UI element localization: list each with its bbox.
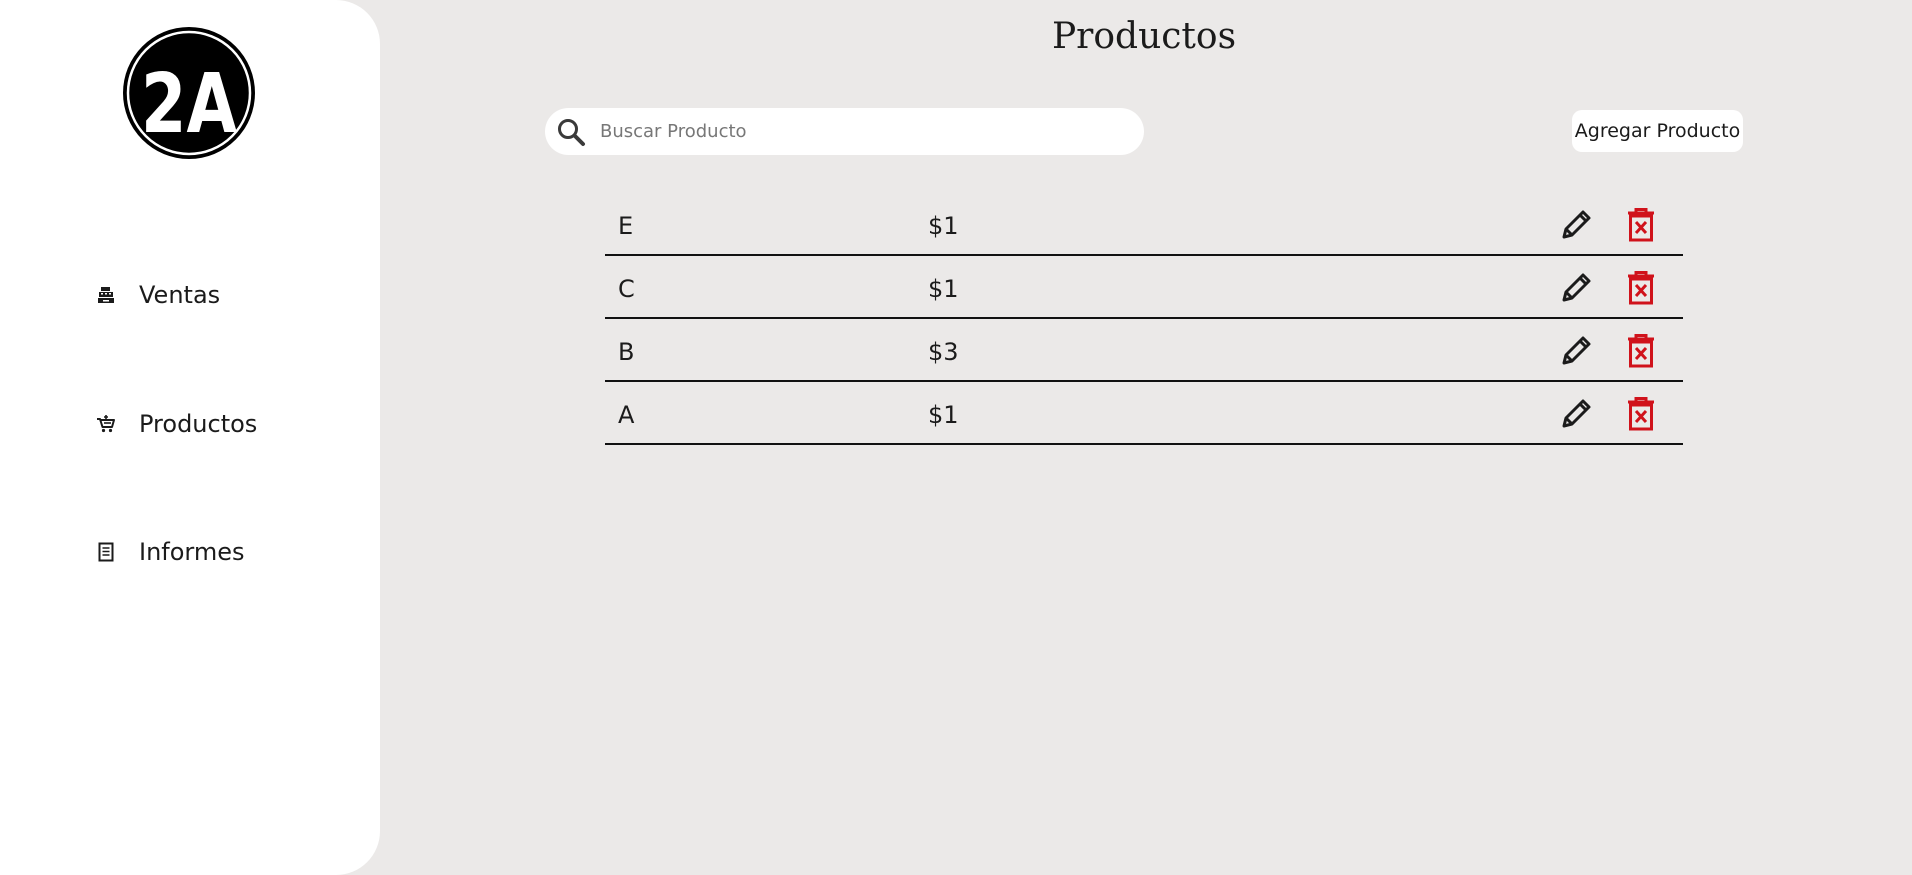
sidebar-item-informes[interactable]: Informes bbox=[94, 532, 245, 572]
delete-button[interactable] bbox=[1621, 394, 1661, 434]
delete-button[interactable] bbox=[1621, 331, 1661, 371]
report-icon bbox=[94, 540, 118, 564]
trash-x-icon bbox=[1628, 397, 1654, 431]
edit-button[interactable] bbox=[1556, 205, 1596, 245]
table-row: C $1 bbox=[605, 256, 1683, 319]
product-name: C bbox=[618, 275, 635, 303]
sidebar: 2A Ventas Productos Informes bbox=[0, 0, 380, 875]
sidebar-item-label: Ventas bbox=[139, 281, 221, 309]
trash-x-icon bbox=[1628, 208, 1654, 242]
product-name: E bbox=[618, 212, 634, 240]
product-table: E $1 C $1 B $3 A $1 bbox=[605, 193, 1683, 445]
add-product-button[interactable]: Agregar Producto bbox=[1572, 110, 1743, 152]
brand-logo: 2A bbox=[122, 26, 256, 160]
edit-button[interactable] bbox=[1556, 268, 1596, 308]
product-price: $1 bbox=[928, 212, 959, 240]
sidebar-item-label: Informes bbox=[139, 538, 245, 566]
table-row: E $1 bbox=[605, 193, 1683, 256]
product-name: B bbox=[618, 338, 635, 366]
edit-button[interactable] bbox=[1556, 394, 1596, 434]
search-bar bbox=[545, 108, 1144, 155]
product-price: $1 bbox=[928, 275, 959, 303]
cash-register-icon bbox=[94, 283, 118, 307]
search-icon bbox=[554, 115, 588, 149]
pencil-icon bbox=[1562, 210, 1591, 239]
table-row: A $1 bbox=[605, 382, 1683, 445]
product-price: $1 bbox=[928, 401, 959, 429]
pencil-icon bbox=[1562, 399, 1591, 428]
svg-text:2A: 2A bbox=[141, 57, 237, 152]
page-title: Productos bbox=[1051, 16, 1237, 57]
table-row: B $3 bbox=[605, 319, 1683, 382]
sidebar-item-productos[interactable]: Productos bbox=[94, 404, 257, 444]
pencil-icon bbox=[1562, 273, 1591, 302]
app-window: 2A Ventas Productos Informes Productos B… bbox=[0, 0, 1912, 875]
edit-button[interactable] bbox=[1556, 331, 1596, 371]
pencil-icon bbox=[1562, 336, 1591, 365]
trash-x-icon bbox=[1628, 334, 1654, 368]
cart-icon bbox=[94, 412, 118, 436]
product-price: $3 bbox=[928, 338, 959, 366]
trash-x-icon bbox=[1628, 271, 1654, 305]
search-input[interactable] bbox=[598, 110, 1122, 153]
sidebar-item-label: Productos bbox=[139, 410, 258, 438]
product-name: A bbox=[618, 401, 635, 429]
sidebar-item-ventas[interactable]: Ventas bbox=[94, 275, 220, 315]
delete-button[interactable] bbox=[1621, 205, 1661, 245]
delete-button[interactable] bbox=[1621, 268, 1661, 308]
